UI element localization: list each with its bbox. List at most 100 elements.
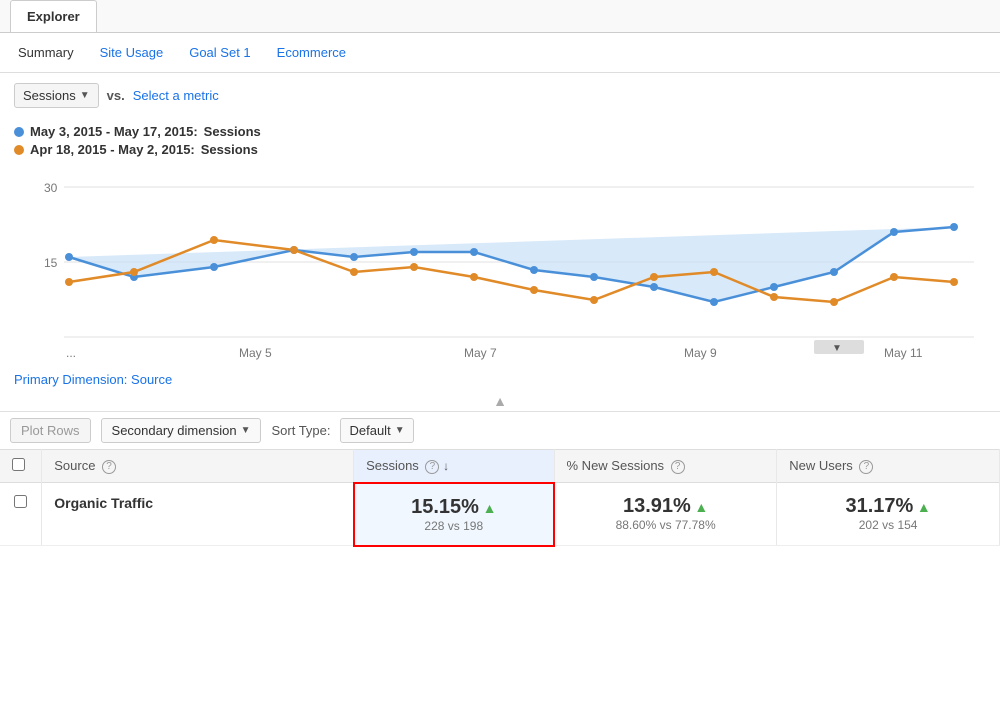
orange-dot-15 bbox=[950, 278, 958, 286]
orange-dot-4 bbox=[290, 246, 298, 254]
new-users-sub-value: 202 vs 154 bbox=[789, 518, 987, 532]
orange-dot-8 bbox=[530, 286, 538, 294]
th-source[interactable]: Source ? bbox=[42, 450, 354, 483]
x-label-may5: May 5 bbox=[239, 346, 272, 360]
blue-dot-10 bbox=[650, 283, 658, 291]
legend-item-1: May 3, 2015 - May 17, 2015: Sessions bbox=[14, 124, 986, 139]
new-users-up-arrow-icon: ▲ bbox=[917, 499, 931, 515]
orange-dot-7 bbox=[470, 273, 478, 281]
sessions-up-arrow-icon: ▲ bbox=[483, 500, 497, 516]
orange-dot-5 bbox=[350, 268, 358, 276]
orange-dot-12 bbox=[770, 293, 778, 301]
orange-dot-11 bbox=[710, 268, 718, 276]
sub-tab-summary[interactable]: Summary bbox=[10, 41, 82, 64]
th-checkbox bbox=[0, 450, 42, 483]
new-sessions-sub-value: 88.60% vs 77.78% bbox=[567, 518, 764, 532]
legend-dot-orange bbox=[14, 145, 24, 155]
primary-dimension-value[interactable]: Source bbox=[131, 372, 172, 387]
x-label-may7: May 7 bbox=[464, 346, 497, 360]
collapse-indicator[interactable]: ▲ bbox=[493, 393, 507, 409]
legend-date-1: May 3, 2015 - May 17, 2015: bbox=[30, 124, 198, 139]
vs-label: vs. bbox=[107, 88, 125, 103]
blue-dot-12 bbox=[770, 283, 778, 291]
legend-date-2: Apr 18, 2015 - May 2, 2015: bbox=[30, 142, 195, 157]
chart-container: 30 15 bbox=[0, 162, 1000, 362]
sessions-info-icon[interactable]: ? bbox=[425, 460, 439, 474]
line-chart: 30 15 bbox=[14, 162, 986, 362]
new-sessions-up-arrow-icon: ▲ bbox=[694, 499, 708, 515]
th-new-sessions[interactable]: % New Sessions ? bbox=[554, 450, 777, 483]
select-metric-link[interactable]: Select a metric bbox=[133, 88, 219, 103]
row-source-name[interactable]: Organic Traffic bbox=[54, 495, 153, 511]
orange-dot-6 bbox=[410, 263, 418, 271]
primary-metric-dropdown[interactable]: Sessions ▼ bbox=[14, 83, 99, 108]
primary-metric-label: Sessions bbox=[23, 88, 76, 103]
row-sessions-cell: 15.15% ▲ 228 vs 198 bbox=[354, 483, 554, 546]
blue-dot-1 bbox=[65, 253, 73, 261]
sub-tabs: Summary Site Usage Goal Set 1 Ecommerce bbox=[0, 33, 1000, 73]
orange-dot-10 bbox=[650, 273, 658, 281]
blue-dot-8 bbox=[530, 266, 538, 274]
svg-text:▼: ▼ bbox=[832, 343, 842, 354]
row-checkbox-cell bbox=[0, 483, 42, 546]
sessions-percent: 15.15% bbox=[411, 496, 479, 518]
toolbar-row: Plot Rows Secondary dimension ▼ Sort Typ… bbox=[0, 411, 1000, 449]
row-new-users-cell: 31.17% ▲ 202 vs 154 bbox=[777, 483, 1000, 546]
tab-explorer[interactable]: Explorer bbox=[10, 0, 97, 32]
legend-item-2: Apr 18, 2015 - May 2, 2015: Sessions bbox=[14, 142, 986, 157]
row-source-cell: Organic Traffic bbox=[42, 483, 354, 546]
blue-dot-15 bbox=[950, 223, 958, 231]
x-label-may9: May 9 bbox=[684, 346, 717, 360]
new-sessions-percent-container: 13.91% ▲ bbox=[567, 495, 764, 518]
primary-dimension: Primary Dimension: Source bbox=[0, 362, 1000, 391]
y-label-15: 15 bbox=[44, 256, 58, 270]
table-row: Organic Traffic 15.15% ▲ 228 vs 198 13.9… bbox=[0, 483, 1000, 546]
th-sessions[interactable]: Sessions ? ↓ bbox=[354, 450, 554, 483]
th-new-users[interactable]: New Users ? bbox=[777, 450, 1000, 483]
legend-metric-2: Sessions bbox=[201, 142, 258, 157]
legend-metric-1: Sessions bbox=[204, 124, 261, 139]
secondary-dim-chevron-icon: ▼ bbox=[241, 425, 251, 436]
sessions-percent-container: 15.15% ▲ bbox=[367, 496, 541, 519]
blue-dot-3 bbox=[210, 263, 218, 271]
x-label-may11: May 11 bbox=[884, 346, 923, 360]
plot-rows-button[interactable]: Plot Rows bbox=[10, 418, 91, 443]
orange-dot-3 bbox=[210, 236, 218, 244]
sub-tab-ecommerce[interactable]: Ecommerce bbox=[269, 41, 354, 64]
sub-tab-site-usage[interactable]: Site Usage bbox=[92, 41, 172, 64]
th-new-sessions-label: % New Sessions bbox=[567, 458, 665, 473]
new-users-percent-container: 31.17% ▲ bbox=[789, 495, 987, 518]
new-sessions-info-icon[interactable]: ? bbox=[671, 460, 685, 474]
new-users-percent: 31.17% bbox=[845, 495, 913, 517]
sort-chevron-icon: ▼ bbox=[395, 425, 405, 436]
th-sessions-label: Sessions bbox=[366, 458, 419, 473]
chevron-down-icon: ▼ bbox=[80, 90, 90, 101]
primary-dimension-label: Primary Dimension: bbox=[14, 372, 127, 387]
blue-dot-6 bbox=[410, 248, 418, 256]
blue-dot-13 bbox=[830, 268, 838, 276]
blue-dot-9 bbox=[590, 273, 598, 281]
blue-dot-14 bbox=[890, 228, 898, 236]
new-sessions-percent: 13.91% bbox=[623, 495, 691, 517]
sub-tab-goal-set[interactable]: Goal Set 1 bbox=[181, 41, 258, 64]
secondary-dimension-dropdown[interactable]: Secondary dimension ▼ bbox=[101, 418, 262, 443]
tabs-bar: Explorer bbox=[0, 0, 1000, 33]
data-table: Source ? Sessions ? ↓ % New Sessions ? N… bbox=[0, 449, 1000, 547]
source-info-icon[interactable]: ? bbox=[102, 460, 116, 474]
sort-type-label: Sort Type: bbox=[271, 423, 330, 438]
select-all-checkbox[interactable] bbox=[12, 458, 25, 471]
legend-dot-blue bbox=[14, 127, 24, 137]
table-header-row: Source ? Sessions ? ↓ % New Sessions ? N… bbox=[0, 450, 1000, 483]
legend-area: May 3, 2015 - May 17, 2015: Sessions Apr… bbox=[0, 118, 1000, 162]
orange-dot-2 bbox=[130, 268, 138, 276]
row-checkbox[interactable] bbox=[14, 495, 27, 508]
metric-selector: Sessions ▼ vs. Select a metric bbox=[0, 73, 1000, 118]
orange-dot-14 bbox=[890, 273, 898, 281]
sessions-sub-value: 228 vs 198 bbox=[367, 519, 541, 533]
sort-type-dropdown[interactable]: Default ▼ bbox=[340, 418, 413, 443]
th-new-users-label: New Users bbox=[789, 458, 853, 473]
blue-dot-5 bbox=[350, 253, 358, 261]
orange-dot-1 bbox=[65, 278, 73, 286]
orange-dot-13 bbox=[830, 298, 838, 306]
new-users-info-icon[interactable]: ? bbox=[859, 460, 873, 474]
